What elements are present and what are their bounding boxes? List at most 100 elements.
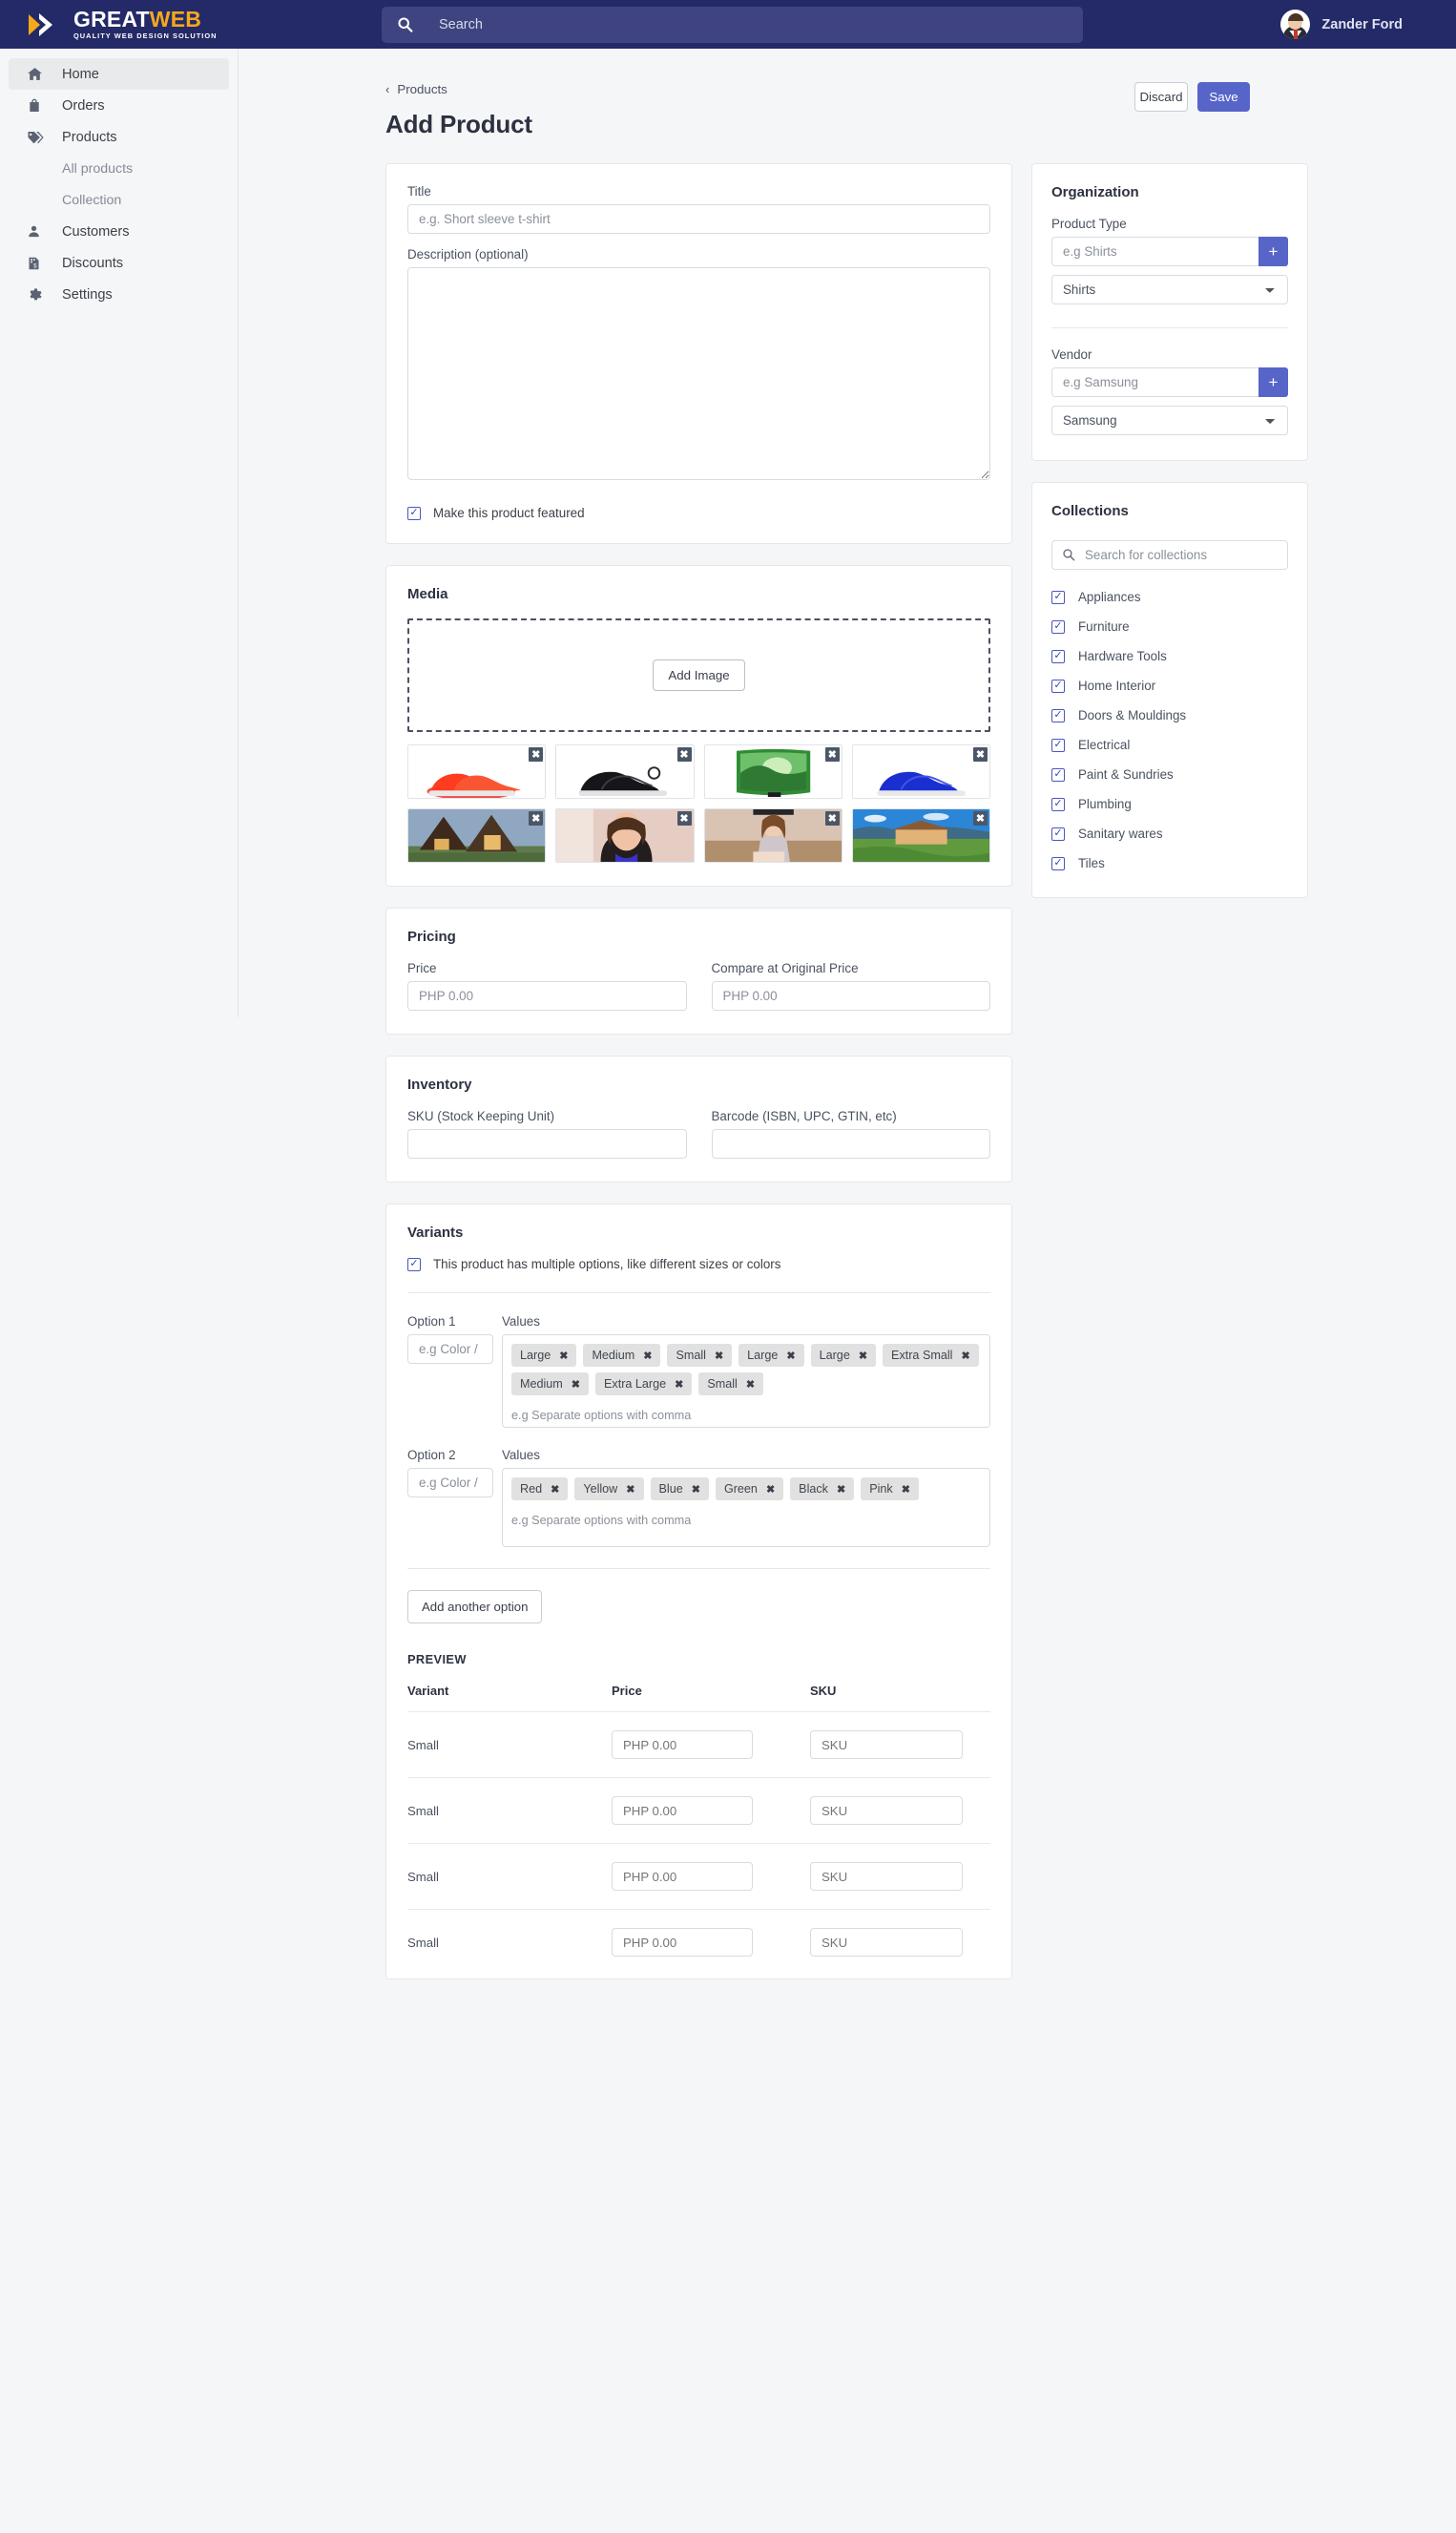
variant-tag[interactable]: Large ✖ [738, 1344, 804, 1367]
close-icon[interactable]: ✖ [973, 747, 988, 762]
media-thumbnail[interactable]: ✖ [851, 744, 990, 799]
close-icon[interactable]: ✖ [529, 747, 544, 762]
variant-tag[interactable]: Blue ✖ [650, 1477, 709, 1500]
global-search[interactable]: Search [382, 6, 1083, 43]
sku-input[interactable] [407, 1129, 687, 1159]
sidebar-subitem-all-products[interactable]: All products [9, 153, 229, 184]
close-icon[interactable]: ✖ [692, 1483, 700, 1496]
preview-sku-input[interactable] [810, 1796, 963, 1825]
variant-tag[interactable]: Extra Large ✖ [595, 1372, 693, 1395]
add-vendor-button[interactable]: + [1258, 367, 1288, 397]
sidebar-item-home[interactable]: Home [9, 58, 229, 90]
sidebar-subitem-collection[interactable]: Collection [9, 184, 229, 216]
media-thumbnail[interactable]: ✖ [555, 744, 695, 799]
preview-sku-input[interactable] [810, 1730, 963, 1759]
collection-checkbox[interactable]: ✓ [1051, 649, 1065, 663]
collection-checkbox[interactable]: ✓ [1051, 708, 1065, 722]
preview-sku-input[interactable] [810, 1928, 963, 1957]
preview-price-input[interactable] [612, 1862, 753, 1891]
collection-item-sanitary-wares[interactable]: ✓ Sanitary wares [1051, 819, 1288, 848]
vendor-select[interactable]: Samsung [1051, 406, 1288, 435]
close-icon[interactable]: ✖ [551, 1483, 559, 1496]
description-textarea[interactable] [407, 267, 990, 480]
collection-item-paint-sundries[interactable]: ✓ Paint & Sundries [1051, 760, 1288, 789]
preview-price-input[interactable] [612, 1730, 753, 1759]
multi-option-checkbox-row[interactable]: ✓ This product has multiple options, lik… [407, 1257, 990, 1271]
media-thumbnail[interactable]: ✖ [703, 808, 842, 863]
preview-price-input[interactable] [612, 1928, 753, 1957]
collection-item-doors-mouldings[interactable]: ✓ Doors & Mouldings [1051, 701, 1288, 730]
variant-tag[interactable]: Medium ✖ [511, 1372, 590, 1395]
close-icon[interactable]: ✖ [824, 747, 840, 762]
price-input[interactable] [407, 981, 687, 1011]
close-icon[interactable]: ✖ [559, 1350, 568, 1362]
collection-checkbox[interactable]: ✓ [1051, 679, 1065, 693]
option-1-input[interactable] [407, 1334, 493, 1364]
sidebar-item-discounts[interactable]: $ Discounts [9, 247, 229, 279]
close-icon[interactable]: ✖ [746, 1378, 755, 1391]
close-icon[interactable]: ✖ [824, 811, 840, 826]
media-thumbnail[interactable]: ✖ [555, 808, 695, 863]
collection-checkbox[interactable]: ✓ [1051, 738, 1065, 752]
add-product-type-button[interactable]: + [1258, 237, 1288, 266]
featured-checkbox[interactable]: ✓ [407, 506, 421, 520]
collection-item-plumbing[interactable]: ✓ Plumbing [1051, 789, 1288, 819]
media-thumbnail[interactable]: ✖ [703, 744, 842, 799]
compare-price-input[interactable] [711, 981, 990, 1011]
close-icon[interactable]: ✖ [675, 1378, 683, 1391]
collection-item-tiles[interactable]: ✓ Tiles [1051, 848, 1288, 878]
close-icon[interactable]: ✖ [766, 1483, 775, 1496]
preview-sku-input[interactable] [810, 1862, 963, 1891]
collection-item-furniture[interactable]: ✓ Furniture [1051, 612, 1288, 641]
collection-checkbox[interactable]: ✓ [1051, 767, 1065, 782]
variant-tag[interactable]: Yellow ✖ [574, 1477, 644, 1500]
save-button[interactable]: Save [1197, 82, 1250, 112]
brand-logo[interactable]: GREATWEB QUALITY WEB DESIGN SOLUTION [0, 9, 372, 40]
barcode-input[interactable] [711, 1129, 990, 1159]
collection-checkbox[interactable]: ✓ [1051, 590, 1065, 604]
collection-checkbox[interactable]: ✓ [1051, 856, 1065, 870]
title-input[interactable] [407, 204, 990, 234]
add-another-option-button[interactable]: Add another option [407, 1590, 543, 1623]
collection-item-appliances[interactable]: ✓ Appliances [1051, 582, 1288, 612]
preview-price-input[interactable] [612, 1796, 753, 1825]
close-icon[interactable]: ✖ [572, 1378, 580, 1391]
product-type-select[interactable]: Shirts [1051, 275, 1288, 304]
close-icon[interactable]: ✖ [676, 811, 692, 826]
collection-checkbox[interactable]: ✓ [1051, 797, 1065, 811]
variant-tag[interactable]: Small ✖ [667, 1344, 733, 1367]
product-type-input[interactable] [1051, 237, 1258, 266]
option-1-values-box[interactable]: Large ✖ Medium ✖ Small ✖ Large ✖ Large ✖ Extr… [502, 1334, 990, 1428]
discard-button[interactable]: Discard [1134, 82, 1188, 112]
option-2-input[interactable] [407, 1468, 493, 1497]
close-icon[interactable]: ✖ [676, 747, 692, 762]
variant-tag[interactable]: Green ✖ [715, 1477, 784, 1500]
variant-tag[interactable]: Extra Small ✖ [883, 1344, 979, 1367]
sidebar-item-settings[interactable]: Settings [9, 279, 229, 310]
variant-tag[interactable]: Large ✖ [511, 1344, 577, 1367]
add-image-button[interactable]: Add Image [653, 659, 745, 691]
close-icon[interactable]: ✖ [973, 811, 988, 826]
media-thumbnail[interactable]: ✖ [851, 808, 990, 863]
collection-checkbox[interactable]: ✓ [1051, 619, 1065, 634]
breadcrumb[interactable]: ‹ Products [385, 82, 1456, 96]
multi-option-checkbox[interactable]: ✓ [407, 1257, 421, 1271]
sidebar-item-orders[interactable]: Orders [9, 90, 229, 121]
collections-search-input[interactable] [1051, 540, 1288, 570]
close-icon[interactable]: ✖ [837, 1483, 845, 1496]
close-icon[interactable]: ✖ [626, 1483, 634, 1496]
image-dropzone[interactable]: Add Image [407, 618, 990, 732]
close-icon[interactable]: ✖ [715, 1350, 723, 1362]
close-icon[interactable]: ✖ [961, 1350, 969, 1362]
variant-tag[interactable]: Medium ✖ [583, 1344, 661, 1367]
variant-tag[interactable]: Large ✖ [810, 1344, 877, 1367]
close-icon[interactable]: ✖ [902, 1483, 910, 1496]
featured-checkbox-row[interactable]: ✓ Make this product featured [407, 506, 990, 520]
close-icon[interactable]: ✖ [643, 1350, 652, 1362]
variant-tag[interactable]: Black ✖ [790, 1477, 855, 1500]
collection-checkbox[interactable]: ✓ [1051, 827, 1065, 841]
option-2-values-box[interactable]: Red ✖ Yellow ✖ Blue ✖ Green ✖ Black ✖ Pink ✖ e… [502, 1468, 990, 1547]
close-icon[interactable]: ✖ [529, 811, 544, 826]
vendor-input[interactable] [1051, 367, 1258, 397]
sidebar-item-customers[interactable]: Customers [9, 216, 229, 247]
